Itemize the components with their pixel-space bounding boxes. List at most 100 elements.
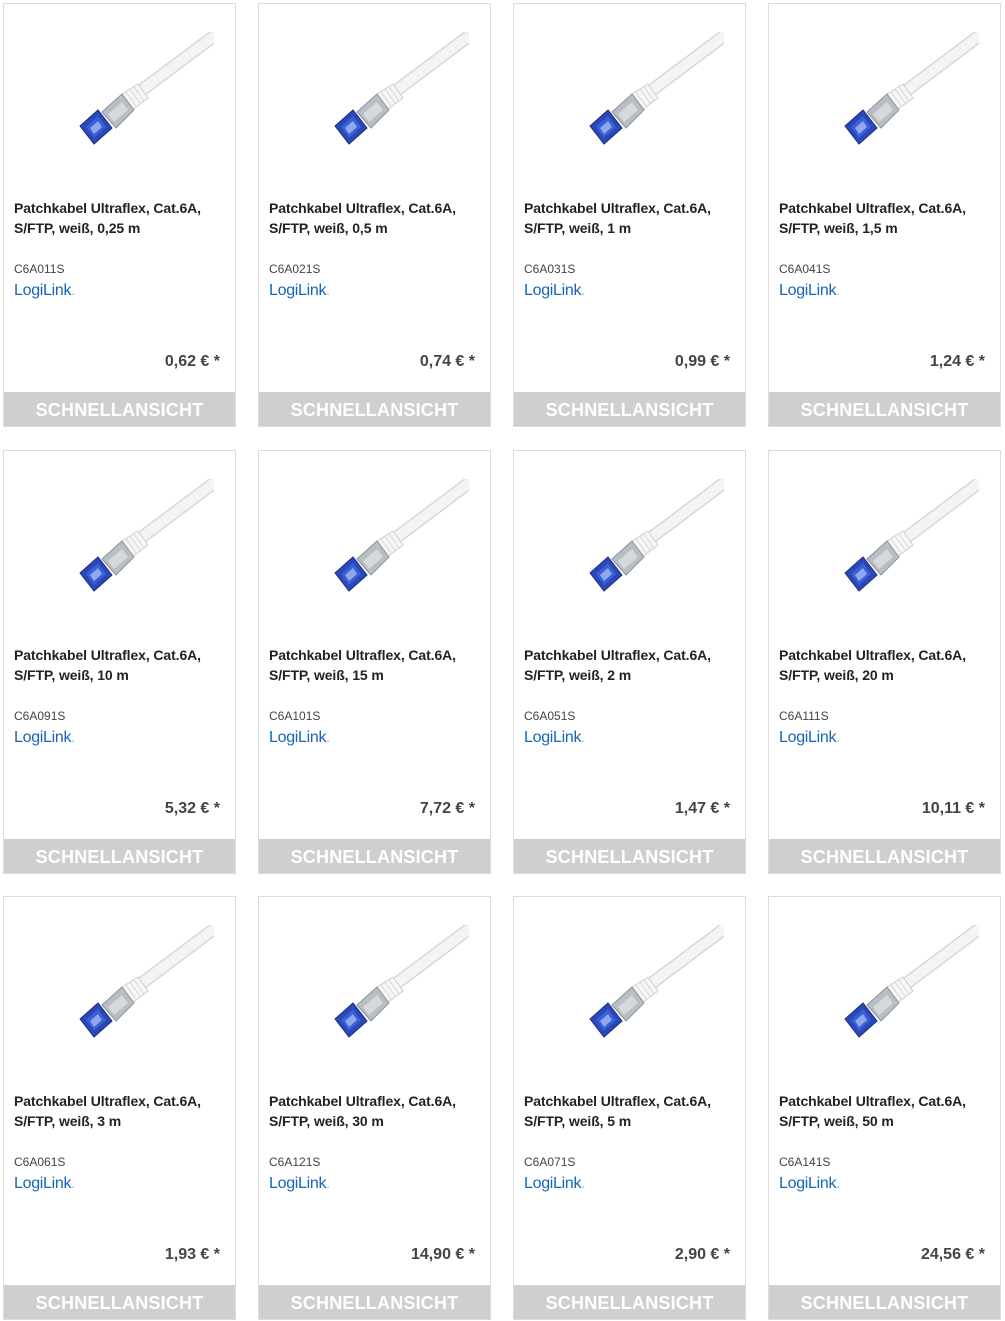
quick-view-button[interactable]: SCHNELLANSICHT	[259, 839, 490, 873]
patch-cable-icon[interactable]	[64, 479, 214, 599]
quick-view-button[interactable]: SCHNELLANSICHT	[769, 839, 1000, 873]
brand-logo-dot: .	[71, 283, 75, 298]
quick-view-button[interactable]: SCHNELLANSICHT	[259, 392, 490, 426]
brand-logo[interactable]: LogiLink.	[14, 729, 75, 747]
patch-cable-icon[interactable]	[319, 925, 469, 1045]
brand-logo[interactable]: LogiLink.	[524, 729, 585, 747]
product-title[interactable]: Patchkabel Ultraflex, Cat.6A, S/FTP, wei…	[524, 1091, 739, 1131]
product-card[interactable]: Patchkabel Ultraflex, Cat.6A, S/FTP, wei…	[258, 450, 491, 874]
quick-view-button[interactable]: SCHNELLANSICHT	[514, 392, 745, 426]
product-card[interactable]: Patchkabel Ultraflex, Cat.6A, S/FTP, wei…	[258, 896, 491, 1320]
patch-cable-icon[interactable]	[574, 925, 724, 1045]
brand-name: LogiLink	[524, 282, 582, 299]
product-title[interactable]: Patchkabel Ultraflex, Cat.6A, S/FTP, wei…	[779, 198, 994, 238]
brand-logo[interactable]: LogiLink.	[524, 1175, 585, 1193]
product-price: 24,56 € *	[920, 1246, 985, 1263]
brand-name: LogiLink	[779, 282, 837, 299]
product-card[interactable]: Patchkabel Ultraflex, Cat.6A, S/FTP, wei…	[3, 450, 236, 874]
product-title[interactable]: Patchkabel Ultraflex, Cat.6A, S/FTP, wei…	[14, 198, 229, 238]
brand-logo[interactable]: LogiLink.	[779, 1175, 840, 1193]
brand-logo-dot: .	[326, 283, 330, 298]
patch-cable-icon[interactable]	[829, 925, 979, 1045]
product-title[interactable]: Patchkabel Ultraflex, Cat.6A, S/FTP, wei…	[269, 198, 484, 238]
product-title[interactable]: Patchkabel Ultraflex, Cat.6A, S/FTP, wei…	[269, 1091, 484, 1131]
product-price: 1,93 € *	[164, 1246, 220, 1263]
brand-name: LogiLink	[14, 1175, 72, 1192]
patch-cable-icon[interactable]	[64, 925, 214, 1045]
product-card[interactable]: Patchkabel Ultraflex, Cat.6A, S/FTP, wei…	[513, 450, 746, 874]
product-price: 2,90 € *	[674, 1246, 730, 1263]
brand-name: LogiLink	[14, 729, 72, 746]
product-price: 1,24 € *	[929, 353, 985, 370]
product-card[interactable]: Patchkabel Ultraflex, Cat.6A, S/FTP, wei…	[513, 896, 746, 1320]
product-sku: C6A101S	[269, 709, 321, 723]
product-card[interactable]: Patchkabel Ultraflex, Cat.6A, S/FTP, wei…	[3, 896, 236, 1320]
patch-cable-icon[interactable]	[829, 32, 979, 152]
product-sku: C6A021S	[269, 262, 321, 276]
product-card[interactable]: Patchkabel Ultraflex, Cat.6A, S/FTP, wei…	[768, 3, 1001, 427]
patch-cable-icon[interactable]	[829, 479, 979, 599]
quick-view-button[interactable]: SCHNELLANSICHT	[769, 1285, 1000, 1319]
product-sku: C6A121S	[269, 1155, 321, 1169]
brand-logo[interactable]: LogiLink.	[269, 282, 330, 300]
product-price: 7,72 € *	[419, 800, 475, 817]
product-title[interactable]: Patchkabel Ultraflex, Cat.6A, S/FTP, wei…	[14, 1091, 229, 1131]
brand-name: LogiLink	[269, 1175, 327, 1192]
patch-cable-icon[interactable]	[574, 32, 724, 152]
product-sku: C6A041S	[779, 262, 831, 276]
product-card[interactable]: Patchkabel Ultraflex, Cat.6A, S/FTP, wei…	[768, 450, 1001, 874]
quick-view-button[interactable]: SCHNELLANSICHT	[514, 1285, 745, 1319]
brand-logo-dot: .	[326, 1176, 330, 1191]
product-grid: Patchkabel Ultraflex, Cat.6A, S/FTP, wei…	[0, 0, 1005, 1320]
patch-cable-icon[interactable]	[574, 479, 724, 599]
patch-cable-icon[interactable]	[64, 32, 214, 152]
product-price: 1,47 € *	[674, 800, 730, 817]
brand-name: LogiLink	[524, 729, 582, 746]
patch-cable-icon[interactable]	[319, 32, 469, 152]
brand-logo[interactable]: LogiLink.	[269, 729, 330, 747]
quick-view-button[interactable]: SCHNELLANSICHT	[259, 1285, 490, 1319]
product-price: 5,32 € *	[164, 800, 220, 817]
product-card[interactable]: Patchkabel Ultraflex, Cat.6A, S/FTP, wei…	[768, 896, 1001, 1320]
product-title[interactable]: Patchkabel Ultraflex, Cat.6A, S/FTP, wei…	[524, 198, 739, 238]
brand-name: LogiLink	[269, 729, 327, 746]
product-title[interactable]: Patchkabel Ultraflex, Cat.6A, S/FTP, wei…	[779, 1091, 994, 1131]
product-price: 0,99 € *	[674, 353, 730, 370]
product-sku: C6A011S	[14, 262, 65, 276]
brand-logo[interactable]: LogiLink.	[779, 729, 840, 747]
product-sku: C6A091S	[14, 709, 66, 723]
quick-view-button[interactable]: SCHNELLANSICHT	[514, 839, 745, 873]
product-sku: C6A141S	[779, 1155, 831, 1169]
brand-logo[interactable]: LogiLink.	[14, 1175, 75, 1193]
brand-logo[interactable]: LogiLink.	[524, 282, 585, 300]
quick-view-button[interactable]: SCHNELLANSICHT	[4, 839, 235, 873]
product-title[interactable]: Patchkabel Ultraflex, Cat.6A, S/FTP, wei…	[524, 645, 739, 685]
brand-logo-dot: .	[71, 1176, 75, 1191]
product-card[interactable]: Patchkabel Ultraflex, Cat.6A, S/FTP, wei…	[513, 3, 746, 427]
brand-logo[interactable]: LogiLink.	[269, 1175, 330, 1193]
quick-view-button[interactable]: SCHNELLANSICHT	[769, 392, 1000, 426]
product-title[interactable]: Patchkabel Ultraflex, Cat.6A, S/FTP, wei…	[779, 645, 994, 685]
patch-cable-icon[interactable]	[319, 479, 469, 599]
brand-logo-dot: .	[836, 730, 840, 745]
product-sku: C6A111S	[779, 709, 829, 723]
brand-logo[interactable]: LogiLink.	[779, 282, 840, 300]
product-price: 0,62 € *	[164, 353, 220, 370]
product-title[interactable]: Patchkabel Ultraflex, Cat.6A, S/FTP, wei…	[269, 645, 484, 685]
brand-logo-dot: .	[71, 730, 75, 745]
brand-logo-dot: .	[836, 1176, 840, 1191]
product-price: 10,11 € *	[921, 800, 985, 817]
product-card[interactable]: Patchkabel Ultraflex, Cat.6A, S/FTP, wei…	[258, 3, 491, 427]
brand-logo[interactable]: LogiLink.	[14, 282, 75, 300]
brand-logo-dot: .	[326, 730, 330, 745]
brand-name: LogiLink	[779, 729, 837, 746]
product-title[interactable]: Patchkabel Ultraflex, Cat.6A, S/FTP, wei…	[14, 645, 229, 685]
brand-name: LogiLink	[779, 1175, 837, 1192]
brand-logo-dot: .	[581, 730, 585, 745]
brand-logo-dot: .	[581, 1176, 585, 1191]
quick-view-button[interactable]: SCHNELLANSICHT	[4, 392, 235, 426]
brand-name: LogiLink	[524, 1175, 582, 1192]
quick-view-button[interactable]: SCHNELLANSICHT	[4, 1285, 235, 1319]
product-sku: C6A071S	[524, 1155, 576, 1169]
product-card[interactable]: Patchkabel Ultraflex, Cat.6A, S/FTP, wei…	[3, 3, 236, 427]
